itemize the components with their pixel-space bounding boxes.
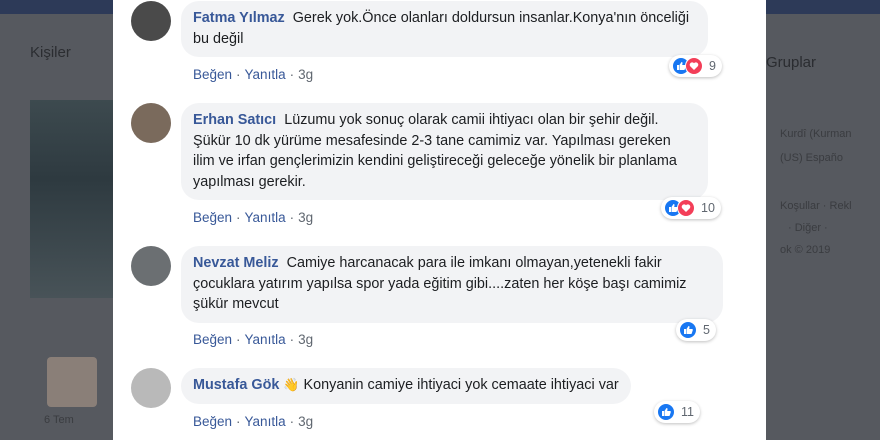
- reaction-summary[interactable]: 9: [669, 55, 722, 77]
- comment-author[interactable]: Fatma Yılmaz: [193, 10, 285, 26]
- like-button[interactable]: Beğen: [193, 67, 232, 82]
- background-date: 6 Tem: [44, 414, 74, 426]
- language-line-2: (US) Españo: [780, 152, 843, 164]
- comment-bubble: Erhan Satıcı Lüzumu yok sonuç olarak cam…: [181, 103, 708, 200]
- waving-hand-icon: 👋: [283, 377, 300, 392]
- comment-author[interactable]: Nevzat Meliz: [193, 255, 279, 271]
- footer-line-2: · Diğer ·: [788, 222, 828, 234]
- like-icon: [657, 403, 675, 421]
- avatar[interactable]: [131, 103, 171, 143]
- like-button[interactable]: Beğen: [193, 210, 232, 225]
- reaction-summary[interactable]: 10: [661, 197, 721, 219]
- separator: ·: [289, 332, 295, 347]
- reaction-summary[interactable]: 5: [676, 319, 716, 341]
- separator: ·: [289, 210, 295, 225]
- comment-text: Konyanin camiye ihtiyaci yok cemaate iht…: [303, 377, 619, 393]
- comment-time[interactable]: 3g: [298, 210, 313, 225]
- separator: ·: [236, 414, 241, 429]
- reaction-summary[interactable]: 11: [654, 401, 700, 423]
- comment-bubble: Nevzat Meliz Camiye harcanacak para ile …: [181, 246, 723, 323]
- footer-line-3: ok © 2019: [780, 244, 831, 256]
- comment-author[interactable]: Mustafa Gök: [193, 377, 279, 393]
- like-button[interactable]: Beğen: [193, 332, 232, 347]
- comment-bubble: Mustafa Gök 👋 Konyanin camiye ihtiyaci yo…: [181, 368, 631, 404]
- reply-button[interactable]: Yanıtla: [245, 210, 286, 225]
- love-icon: [677, 199, 695, 217]
- left-background-column: Kişiler 6 Tem: [0, 14, 113, 440]
- comment-time[interactable]: 3g: [298, 67, 313, 82]
- separator: ·: [236, 332, 241, 347]
- like-button[interactable]: Beğen: [193, 414, 232, 429]
- right-background-column: Gruplar Kurdî (Kurman (US) Españo Koşull…: [766, 14, 880, 440]
- footer-line-1: Koşullar · Rekl: [780, 200, 852, 212]
- reply-button[interactable]: Yanıtla: [245, 414, 286, 429]
- background-cover-photo: [30, 100, 113, 298]
- reaction-count: 9: [709, 59, 716, 73]
- background-avatar: [47, 357, 97, 407]
- comments-panel: Fatma Yılmaz Gerek yok.Önce olanları dol…: [113, 0, 766, 440]
- reply-button[interactable]: Yanıtla: [245, 67, 286, 82]
- reply-button[interactable]: Yanıtla: [245, 332, 286, 347]
- separator: ·: [289, 414, 295, 429]
- comment-author[interactable]: Erhan Satıcı: [193, 112, 276, 128]
- avatar[interactable]: [131, 368, 171, 408]
- separator: ·: [236, 67, 241, 82]
- language-line-1: Kurdî (Kurman: [780, 128, 852, 140]
- comment-actions: Beğen · Yanıtla · 3g: [193, 67, 313, 82]
- reaction-count: 5: [703, 323, 710, 337]
- comment-actions: Beğen · Yanıtla · 3g: [193, 414, 313, 429]
- separator: ·: [236, 210, 241, 225]
- comment-actions: Beğen · Yanıtla · 3g: [193, 332, 313, 347]
- separator: ·: [289, 67, 295, 82]
- comment-time[interactable]: 3g: [298, 332, 313, 347]
- avatar[interactable]: [131, 1, 171, 41]
- comment-bubble: Fatma Yılmaz Gerek yok.Önce olanları dol…: [181, 1, 708, 57]
- reaction-count: 10: [701, 201, 715, 215]
- love-icon: [685, 57, 703, 75]
- like-icon: [679, 321, 697, 339]
- reaction-count: 11: [681, 405, 694, 419]
- comment-actions: Beğen · Yanıtla · 3g: [193, 210, 313, 225]
- comment-time[interactable]: 3g: [298, 414, 313, 429]
- avatar[interactable]: [131, 246, 171, 286]
- groups-title: Gruplar: [766, 54, 817, 71]
- contacts-title: Kişiler: [30, 44, 71, 61]
